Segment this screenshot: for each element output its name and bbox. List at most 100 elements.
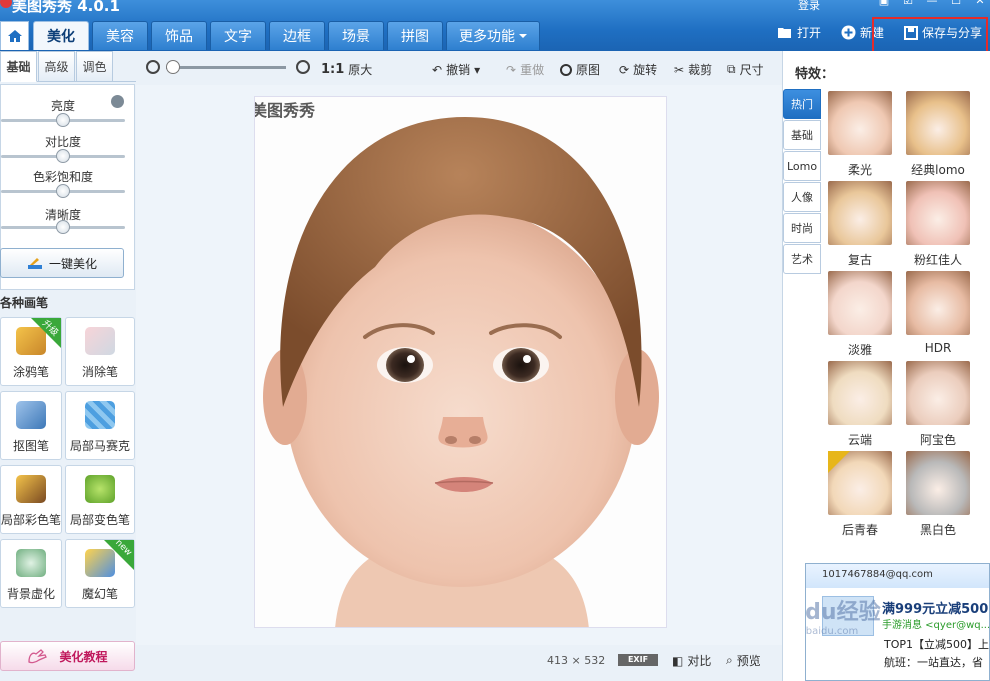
tutorial-button[interactable]: 美化教程	[0, 641, 135, 671]
plus-circle-icon	[841, 25, 856, 40]
category-portrait[interactable]: 人像	[783, 182, 821, 212]
effect-classic-lomo[interactable]: 经典lomo	[906, 91, 970, 177]
zoom-out-icon[interactable]	[146, 60, 160, 74]
popup-subtitle: 手游消息 <qyer@wq...	[882, 620, 990, 631]
effect-retro-thumb	[828, 181, 892, 245]
category-lomo[interactable]: Lomo	[783, 151, 821, 181]
edited-photo[interactable]: 美图秀秀	[254, 96, 667, 628]
tab-accessory[interactable]: 饰品	[151, 21, 207, 50]
brush-eraser[interactable]: 消除笔	[65, 317, 135, 386]
contrast-thumb[interactable]	[56, 149, 70, 163]
brush-cutout[interactable]: 抠图笔	[0, 391, 62, 460]
contrast-label: 对比度	[44, 135, 81, 149]
feedback-icon[interactable]: ▣	[874, 0, 894, 7]
brush-mosaic[interactable]: 局部马赛克	[65, 391, 135, 460]
cutout-pen-icon	[16, 401, 46, 429]
original-image-label: 原图	[576, 63, 601, 77]
brush-mosaic-label: 局部马赛克	[69, 439, 130, 453]
exif-button[interactable]: EXIF	[618, 654, 658, 666]
brush-local-color[interactable]: 局部彩色笔	[0, 465, 62, 534]
brush-local-color-label: 局部彩色笔	[1, 513, 62, 527]
effect-elegant-thumb	[828, 271, 892, 335]
preview-button[interactable]: ⌕ 预览	[726, 652, 761, 669]
crop-button[interactable]: ✂ 裁剪	[674, 61, 712, 78]
close-icon[interactable]: ✕	[970, 0, 990, 7]
blur-icon	[16, 549, 46, 577]
minimize-icon[interactable]: —	[922, 0, 942, 7]
brush-background-blur[interactable]: 背景虚化	[0, 539, 62, 608]
tab-cosmetic[interactable]: 美容	[92, 21, 148, 50]
tab-border[interactable]: 边框	[269, 21, 325, 50]
zoom-thumb[interactable]	[166, 60, 180, 74]
zoom-slider[interactable]	[166, 66, 286, 69]
circle-icon	[560, 63, 572, 76]
hand-icon	[28, 649, 48, 664]
category-hot[interactable]: 热门	[783, 89, 821, 119]
effect-elegant[interactable]: 淡雅	[828, 271, 892, 357]
tutorial-label: 美化教程	[59, 649, 108, 664]
saturation-thumb[interactable]	[56, 184, 70, 198]
brush-graffiti[interactable]: 涂鸦笔 升级	[0, 317, 62, 386]
original-image-button[interactable]: 原图	[560, 61, 600, 78]
home-tab[interactable]	[0, 21, 29, 50]
image-canvas[interactable]: 美图秀秀	[136, 85, 782, 645]
rotate-button[interactable]: ⟳ 旋转	[619, 61, 657, 78]
tab-scene[interactable]: 场景	[328, 21, 384, 50]
category-art[interactable]: 艺术	[783, 244, 821, 274]
one-key-beautify-button[interactable]: 一键美化	[0, 248, 124, 278]
brightness-slider[interactable]	[1, 113, 125, 127]
skin-icon[interactable]: ☑	[898, 0, 918, 7]
effect-abao[interactable]: 阿宝色	[906, 361, 970, 447]
redo-icon: ↷	[506, 62, 517, 77]
home-icon	[7, 30, 22, 42]
original-size-button[interactable]: 1:1 原大	[321, 61, 372, 78]
brushes-title: 各种画笔	[0, 296, 49, 310]
effect-black-white[interactable]: 黑白色	[906, 451, 970, 537]
effect-soft-light[interactable]: 柔光	[828, 91, 892, 177]
watermark-text: Baidu经验	[805, 600, 881, 625]
canvas-toolbar: 1:1 原大 ↶ 撤销 ▾ ↷ 重做 原图 ⟳ 旋转 ✂ 裁剪 ⧉ 尺寸	[136, 51, 782, 85]
open-button[interactable]: 打开	[777, 24, 821, 41]
effects-title: 特效：	[795, 67, 835, 82]
brush-recolor-label: 局部变色笔	[69, 513, 130, 527]
redo-button[interactable]: ↷ 重做	[506, 61, 544, 78]
maximize-icon[interactable]: ☐	[946, 0, 966, 7]
tab-beautify[interactable]: 美化	[33, 21, 89, 50]
sharpness-thumb[interactable]	[56, 220, 70, 234]
category-fashion[interactable]: 时尚	[783, 213, 821, 243]
category-basic[interactable]: 基础	[783, 120, 821, 150]
tab-more-functions[interactable]: 更多功能	[446, 21, 540, 50]
tab-text[interactable]: 文字	[210, 21, 266, 50]
brush-recolor[interactable]: 局部变色笔	[65, 465, 135, 534]
login-link[interactable]: 登录	[798, 0, 820, 13]
subtab-basic[interactable]: 基础	[0, 51, 37, 82]
compare-button[interactable]: ◧ 对比	[672, 652, 711, 669]
notification-popup[interactable]: 1017467884@qq.com 满999元立减500 手游消息 <qyer@…	[805, 563, 990, 681]
zoom-in-icon[interactable]	[296, 60, 310, 74]
brush-background-blur-label: 背景虚化	[6, 587, 55, 601]
app-title: 美图秀秀 4.0.1	[12, 0, 120, 15]
subtab-advanced[interactable]: 高级	[38, 51, 75, 82]
effect-youth[interactable]: 后青春	[828, 451, 892, 537]
contrast-slider[interactable]	[1, 149, 125, 163]
brush-magic[interactable]: 魔幻笔 new	[65, 538, 135, 608]
tab-collage[interactable]: 拼图	[387, 21, 443, 50]
saturation-slider[interactable]	[1, 184, 125, 198]
image-dimensions: 413 × 532	[547, 654, 605, 667]
one-key-label: 一键美化	[48, 256, 97, 271]
status-bar: 413 × 532 EXIF ◧ 对比 ⌕ 预览	[136, 646, 782, 674]
effect-retro[interactable]: 复古	[828, 181, 892, 267]
effect-grid: 柔光 经典lomo 复古 粉红佳人 淡雅 HDR 云端 阿宝色 后青春 黑白色	[828, 91, 970, 537]
brightness-thumb[interactable]	[56, 113, 70, 127]
effect-hdr[interactable]: HDR	[906, 271, 970, 355]
window-controls: ▣ ☑ — ☐ ✕	[874, 0, 990, 7]
undo-button[interactable]: ↶ 撤销 ▾	[432, 61, 480, 78]
resize-button[interactable]: ⧉ 尺寸	[727, 61, 764, 78]
undo-dropdown-icon[interactable]: ▾	[474, 63, 480, 77]
saturation-label: 色彩饱和度	[32, 170, 93, 184]
effect-pink-lady[interactable]: 粉红佳人	[906, 181, 970, 267]
sharpness-slider[interactable]	[1, 220, 125, 234]
effect-cloud[interactable]: 云端	[828, 361, 892, 447]
popup-title: 满999元立减500	[882, 602, 989, 617]
subtab-color[interactable]: 调色	[76, 51, 113, 82]
